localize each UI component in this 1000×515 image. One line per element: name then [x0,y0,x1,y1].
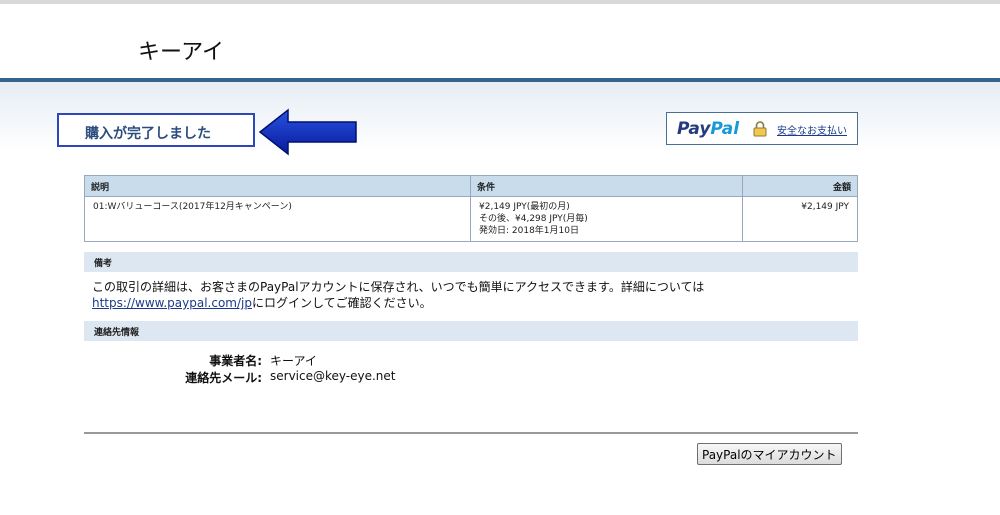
contact-email-value: service@key-eye.net [270,369,396,383]
window-top-border [0,0,1000,4]
business-name-value: キーアイ [270,354,317,368]
business-name-row: 事業者名: キーアイ [84,352,584,368]
my-account-button[interactable]: PayPalのマイアカウント [697,443,842,465]
item-terms: ¥2,149 JPY(最初の月) その後、¥4,298 JPY(月毎) 発効日:… [470,196,743,242]
column-header-description: 説明 [84,175,471,197]
notes-section-header: 備考 [84,252,858,272]
table-row: 01:Wバリューコース(2017年12月キャンペーン) ¥2,149 JPY(最… [84,196,858,242]
item-description: 01:Wバリューコース(2017年12月キャンペーン) [84,196,471,242]
left-arrow-icon [258,108,357,156]
order-details-table: 説明 条件 金額 01:Wバリューコース(2017年12月キャンペーン) ¥2,… [84,175,858,242]
column-header-terms: 条件 [470,175,743,197]
merchant-name: キーアイ [138,40,225,65]
terms-effective-date: 発効日: 2018年1月10日 [479,226,579,236]
terms-after: その後、¥4,298 JPY(月毎) [479,214,588,224]
contact-header-label: 連絡先情報 [94,328,140,338]
contact-email-label: 連絡先メール: [185,371,262,385]
contact-email-row: 連絡先メール: service@key-eye.net [84,369,584,385]
purchase-complete-message: 購入が完了しました [85,126,211,142]
table-header-row: 説明 条件 金額 [84,175,858,197]
paypal-logo: PayPal [677,119,740,139]
notes-header-label: 備考 [94,259,113,269]
paypal-jp-link[interactable]: https://www.paypal.com/jp [92,296,252,310]
item-amount: ¥2,149 JPY [742,196,858,242]
column-header-amount: 金額 [742,175,858,197]
footer-divider [84,432,858,434]
secure-payment-link[interactable]: 安全なお支払い [777,122,847,137]
notes-text: この取引の詳細は、お客さまのPayPalアカウントに保存され、いつでも簡単にアク… [92,280,705,310]
purchase-complete-banner: 購入が完了しました [57,113,255,147]
contact-section-header: 連絡先情報 [84,321,858,341]
paypal-badge: PayPal 安全なお支払い [666,112,858,145]
lock-icon [753,121,767,137]
business-name-label: 事業者名: [209,354,262,368]
terms-first-month: ¥2,149 JPY(最初の月) [479,202,570,212]
